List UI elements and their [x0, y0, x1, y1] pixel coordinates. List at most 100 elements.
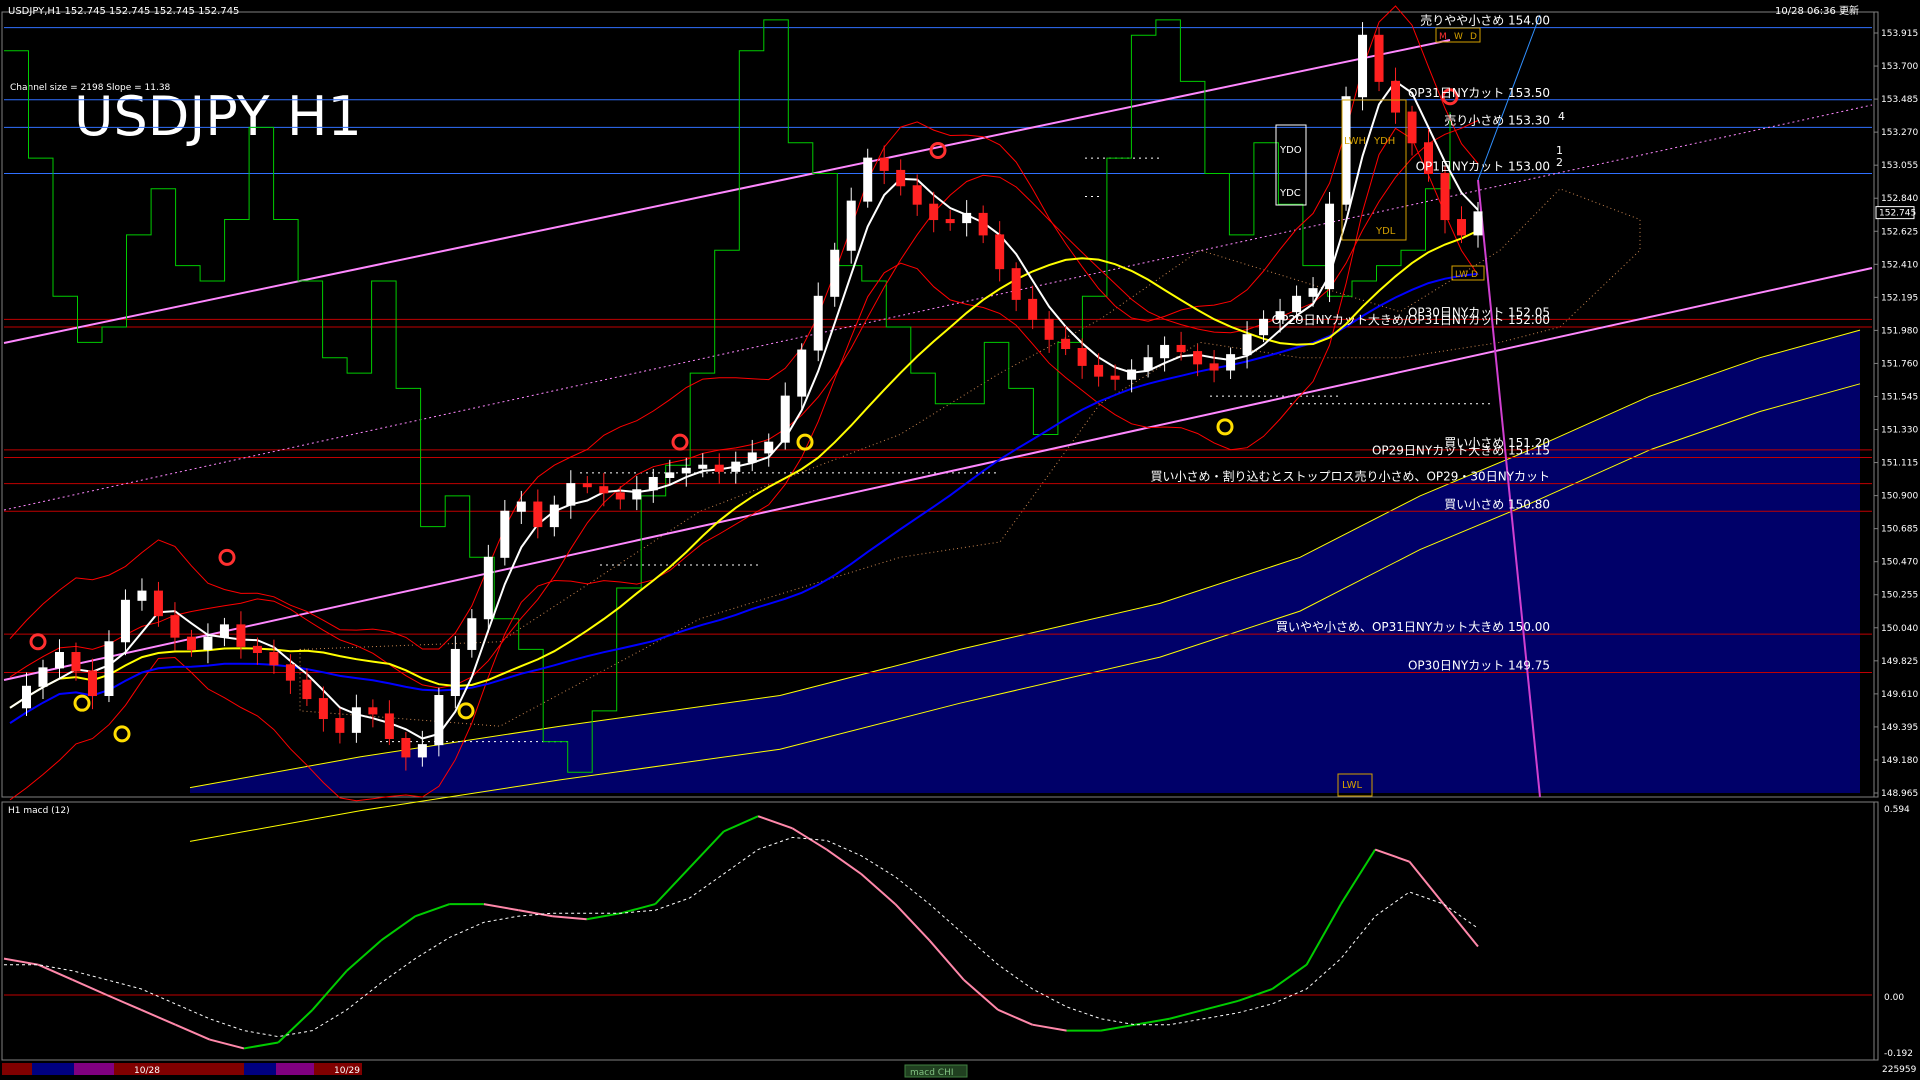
candle-body [1242, 334, 1252, 356]
y-tick-label: 151.115 [1881, 459, 1918, 469]
candle-body [450, 648, 460, 697]
y-tick-label: 152.840 [1881, 194, 1918, 204]
y-tick-label: 150.040 [1881, 624, 1918, 634]
y-tick-label: 152.195 [1881, 293, 1918, 303]
current-price-label: 152.745 [1879, 209, 1916, 219]
y-tick-label: 149.180 [1881, 756, 1918, 766]
candle-body [1160, 344, 1170, 359]
candle-body [830, 249, 840, 297]
y-tick-label: 149.395 [1881, 723, 1918, 733]
candle-body [912, 185, 922, 205]
level-label: 買い小さめ 150.80 [1444, 497, 1550, 511]
y-tick-label: 152.410 [1881, 260, 1918, 270]
candle-body [1143, 357, 1153, 371]
macd-tab-label: macd CHI [910, 1068, 954, 1078]
candle-body [1209, 363, 1219, 371]
candle-body [962, 212, 972, 224]
candle-body [1094, 364, 1104, 377]
candle-body [995, 234, 1005, 270]
candle-body [87, 670, 97, 697]
y-tick-label: 153.270 [1881, 128, 1918, 138]
level-label: OP30日NYカット 149.75 [1408, 658, 1550, 672]
d-label: D [1470, 32, 1477, 42]
price-chart: USDJPY,H1 152.745 152.745 152.745 152.74… [0, 0, 1920, 1080]
strip-block [276, 1063, 314, 1075]
y-tick-label: 151.545 [1881, 392, 1918, 402]
candle-body [318, 698, 328, 720]
candle-body [1259, 318, 1269, 336]
big-title: USDJPY H1 [74, 85, 362, 148]
level-label: OP29日NYカット大きめ/OP31日NYカット 152.00 [1272, 313, 1550, 327]
y-tick-label: 153.915 [1881, 29, 1918, 39]
candle-body [1011, 268, 1021, 300]
candle-body [38, 667, 48, 687]
date-label-1: 10/28 [134, 1066, 160, 1076]
candle-body [896, 169, 906, 187]
y-tick-label: 153.055 [1881, 161, 1918, 171]
candle-body [219, 624, 229, 638]
candle-body [665, 472, 675, 478]
w-label: W [1454, 32, 1463, 42]
y-tick-label: 150.685 [1881, 525, 1918, 535]
candle-body [54, 652, 64, 669]
strip-block [2, 1063, 32, 1075]
candle-body [170, 615, 180, 638]
candle-body [1061, 338, 1071, 350]
y-tick-label: 151.980 [1881, 326, 1918, 336]
strip-block [32, 1063, 74, 1075]
candle-body [747, 452, 757, 463]
candle-body [1374, 34, 1384, 82]
symbol-line: USDJPY,H1 152.745 152.745 152.745 152.74… [8, 6, 239, 17]
candle-body [879, 157, 889, 171]
candle-body [1226, 354, 1236, 371]
candle-body [384, 713, 394, 739]
candle-body [533, 501, 543, 528]
candle-body [1127, 369, 1137, 380]
y-tick-label: 150.255 [1881, 591, 1918, 601]
candle-body [104, 641, 114, 697]
y-tick-label: 148.965 [1881, 789, 1918, 799]
lwl-label: LWL [1342, 780, 1363, 791]
macd-tick-bottom: -0.192 [1884, 1049, 1913, 1059]
candle-body [1028, 298, 1038, 320]
candle-body [368, 707, 378, 715]
channel-number-4: 4 [1558, 110, 1565, 123]
candle-body [417, 744, 427, 758]
timestamp-label: 10/28 06:36 更新 [1775, 4, 1859, 17]
candle-body [813, 295, 823, 351]
candle-body [71, 652, 81, 672]
candle-body [335, 718, 345, 733]
candle-body [269, 652, 279, 666]
candle-body [1407, 111, 1417, 144]
candle-body [797, 349, 807, 397]
macd-label: H1 macd (12) [8, 806, 70, 816]
candle-body [632, 489, 642, 500]
d2-label: D [1471, 270, 1478, 280]
candle-body [863, 157, 873, 202]
level-label: 売りやや小さめ 154.00 [1420, 13, 1550, 28]
macd-tick-zero: 0.00 [1884, 993, 1904, 1003]
candle-body [285, 664, 295, 681]
level-label: 売り小さめ 153.30 [1444, 112, 1550, 127]
candle-body [1044, 318, 1054, 340]
candle-body [153, 590, 163, 617]
y-tick-label: 151.760 [1881, 359, 1918, 369]
candle-body [764, 441, 774, 454]
candle-body [549, 504, 559, 528]
ydc-label: YDC [1279, 188, 1301, 199]
candle-body [302, 679, 312, 700]
candle-body [714, 464, 724, 472]
candle-body [929, 203, 939, 221]
candle-body [483, 556, 493, 620]
candle-body [1077, 348, 1087, 366]
candle-body [434, 695, 444, 746]
y-tick-label: 149.825 [1881, 657, 1918, 667]
candle-body [681, 467, 691, 474]
candle-body [1110, 375, 1120, 380]
candle-body [846, 200, 856, 251]
y-tick-label: 153.485 [1881, 95, 1918, 105]
volume-label: 225959 [1882, 1065, 1917, 1075]
y-tick-label: 149.610 [1881, 690, 1918, 700]
candle-body [1193, 351, 1203, 365]
candle-body [1391, 80, 1401, 113]
